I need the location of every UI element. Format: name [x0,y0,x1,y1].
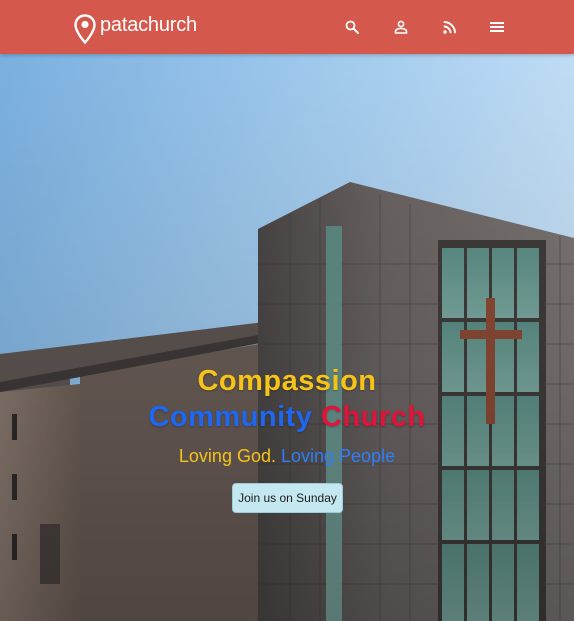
map-pin-icon [74,14,96,44]
top-navbar: patachurch [0,0,574,54]
rss-icon[interactable] [441,19,457,35]
hero-title-line1: Compassion [0,365,574,398]
hero-section: Compassion Community Church Loving God. … [0,54,574,621]
hero-tagline: Loving God. Loving People [0,446,574,467]
join-us-button[interactable]: Join us on Sunday [232,483,343,513]
hero-title-line2: Community Church [0,401,574,434]
church-building-photo [0,54,574,621]
menu-icon[interactable] [489,19,505,35]
hero-title-church: Church [321,401,426,433]
account-icon[interactable] [393,19,409,35]
hero-title-community: Community [148,401,313,433]
hero-title-compassion: Compassion [197,365,377,397]
page: patachurch Compassion Community Church L… [0,0,574,621]
brand-name: patachurch [100,13,197,36]
tagline-loving-god: Loving God. [178,446,276,466]
tagline-loving-people: Loving People [281,446,396,466]
search-icon[interactable] [344,19,360,35]
brand-logo-link[interactable]: patachurch [74,12,197,46]
